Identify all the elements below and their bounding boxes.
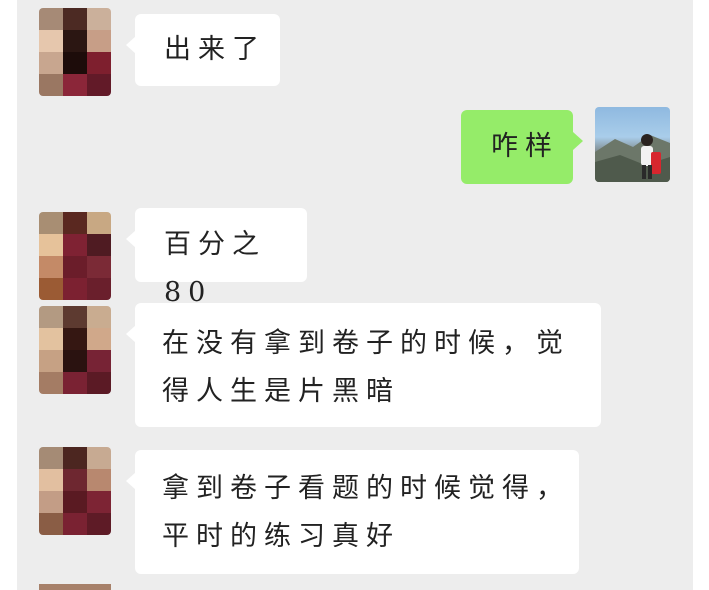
message-text-line-2: 得人生是片黑暗: [162, 376, 400, 407]
message-text-line-1: 拿到卷子看题的时候觉得，: [162, 473, 570, 504]
message-bubble[interactable]: 拿到卷子看题的时候觉得， 平时的练习真好: [126, 450, 579, 574]
contact-avatar[interactable]: [39, 8, 111, 96]
contact-avatar[interactable]: [39, 212, 111, 300]
user-photo-icon: [595, 134, 670, 182]
message-text-line-1: 在没有拿到卷子的时候，觉: [162, 328, 570, 359]
message-text: 咋样: [491, 131, 559, 162]
next-avatar-peek: [39, 584, 111, 590]
message-bubble-self[interactable]: 咋样: [461, 110, 583, 184]
message-text-line-2: 平时的练习真好: [162, 521, 400, 552]
message-bubble[interactable]: 百分之80: [126, 208, 307, 308]
user-avatar[interactable]: [595, 107, 670, 182]
message-text: 出来了: [164, 34, 266, 65]
chat-window: 出来了 咋样 百分之80 在没有拿到卷子的时候，觉 得人生是片黑暗 拿到卷子看题…: [17, 0, 693, 590]
contact-avatar[interactable]: [39, 306, 111, 394]
contact-avatar[interactable]: [39, 447, 111, 535]
message-text: 百分之80: [164, 229, 266, 308]
message-bubble[interactable]: 出来了: [126, 14, 280, 86]
message-bubble[interactable]: 在没有拿到卷子的时候，觉 得人生是片黑暗: [126, 303, 601, 427]
